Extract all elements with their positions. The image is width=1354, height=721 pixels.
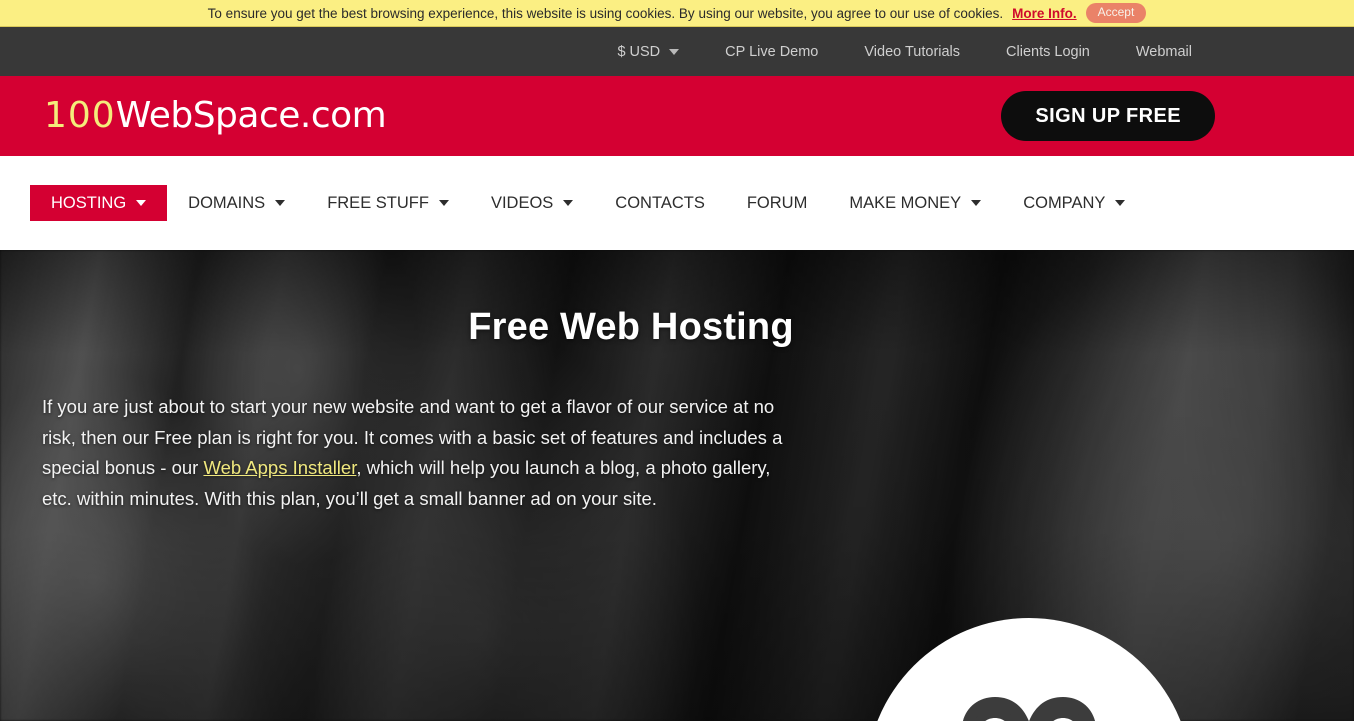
cookie-accept-button[interactable]: Accept (1085, 2, 1147, 24)
utility-nav-item-clients-login[interactable]: Clients Login (983, 44, 1113, 60)
utility-nav-label: $ USD (617, 43, 661, 60)
nav-item-company[interactable]: COMPANY (1002, 185, 1146, 221)
chevron-down-icon (136, 200, 147, 206)
cookie-more-info-link[interactable]: More Info. (1012, 6, 1077, 21)
nav-item-forum[interactable]: FORUM (726, 185, 829, 221)
logo-prefix: 100 (44, 95, 116, 136)
chevron-down-icon (438, 200, 449, 206)
utility-nav-item-webmail[interactable]: Webmail (1113, 44, 1215, 60)
page-title: Free Web Hosting (468, 306, 794, 348)
chevron-down-icon (275, 200, 286, 206)
chevron-down-icon (669, 48, 680, 55)
nav-item-domains[interactable]: DOMAINS (167, 185, 306, 221)
nav-item-videos[interactable]: VIDEOS (470, 185, 594, 221)
main-navigation: HOSTING DOMAINS FREE STUFF VIDEOS CONTAC… (0, 156, 1354, 250)
nav-item-contacts[interactable]: CONTACTS (594, 185, 726, 221)
chevron-down-icon (563, 200, 574, 206)
utility-nav-label: CP Live Demo (725, 43, 819, 60)
site-logo[interactable]: 100WebSpace.com (44, 95, 387, 136)
nav-item-free-stuff[interactable]: FREE STUFF (306, 185, 470, 221)
hero-description: If you are just about to start your new … (42, 392, 802, 514)
nav-item-label: HOSTING (51, 194, 127, 212)
nav-item-label: CONTACTS (615, 194, 705, 212)
cookie-consent-text: To ensure you get the best browsing expe… (207, 5, 1004, 21)
chevron-down-icon (1115, 200, 1126, 206)
utility-top-navigation: $ USD CP Live Demo Video Tutorials Clien… (0, 27, 1354, 76)
nav-item-make-money[interactable]: MAKE MONEY (828, 185, 1002, 221)
nav-item-label: COMPANY (1023, 194, 1106, 212)
nav-item-hosting[interactable]: HOSTING (30, 185, 168, 221)
gift-icon (963, 697, 1095, 721)
utility-nav-label: Video Tutorials (864, 43, 961, 60)
nav-item-label: DOMAINS (188, 194, 266, 212)
sign-up-free-button[interactable]: SIGN UP FREE (1001, 91, 1215, 141)
utility-nav-list: $ USD CP Live Demo Video Tutorials Clien… (594, 44, 1215, 60)
utility-nav-item-cp-live-demo[interactable]: CP Live Demo (702, 44, 841, 60)
nav-item-label: FREE STUFF (327, 194, 429, 212)
utility-nav-item-video-tutorials[interactable]: Video Tutorials (841, 44, 983, 60)
site-header: 100WebSpace.com SIGN UP FREE (0, 76, 1354, 156)
web-apps-installer-link[interactable]: Web Apps Installer (203, 457, 356, 478)
utility-nav-label: Webmail (1135, 43, 1192, 60)
nav-item-label: FORUM (746, 194, 808, 212)
logo-name: WebSpace.com (115, 95, 387, 136)
nav-item-label: VIDEOS (490, 194, 554, 212)
chevron-down-icon (971, 200, 982, 206)
cookie-consent-banner: To ensure you get the best browsing expe… (0, 0, 1354, 27)
hero-section: Free Web Hosting If you are just about t… (0, 250, 1354, 721)
nav-item-label: MAKE MONEY (849, 194, 962, 212)
gift-badge (866, 618, 1192, 721)
utility-nav-item-currency[interactable]: $ USD (594, 44, 702, 60)
utility-nav-label: Clients Login (1006, 43, 1090, 60)
hero-content: Free Web Hosting If you are just about t… (0, 250, 1354, 721)
